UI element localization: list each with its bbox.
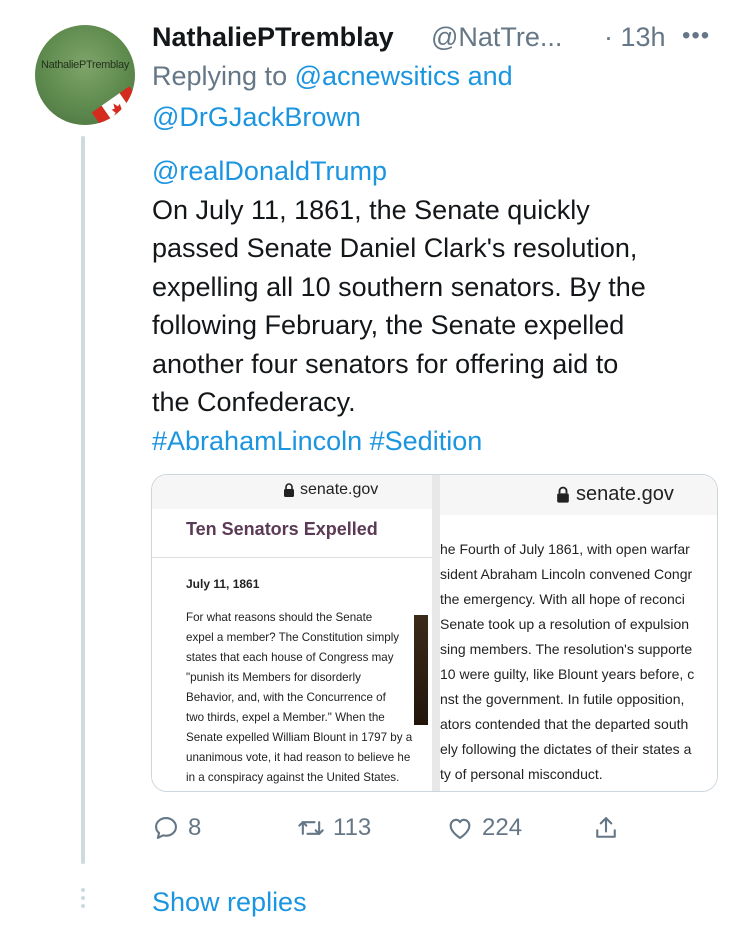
article-line: For what reasons should the Senate (186, 611, 373, 624)
tweet-text: @realDonaldTrump On July 11, 1861, the S… (152, 152, 732, 460)
canada-flag-icon (91, 86, 135, 125)
excerpt-line: ators contended that the departed south (440, 716, 689, 732)
replying-prefix: Replying to (152, 61, 295, 91)
reply-mention-link[interactable]: @DrGJackBrown (152, 102, 361, 132)
excerpt-line: ty of personal misconduct. (440, 766, 603, 782)
retweet-count: 113 (333, 814, 372, 841)
tweet-text-line: On July 11, 1861, the Senate quickly (152, 194, 590, 225)
like-count: 224 (482, 814, 523, 841)
reply-button[interactable]: 8 (152, 808, 201, 848)
replying-to: Replying to @acnewsitics and (152, 61, 513, 92)
excerpt-line: sident Abraham Lincoln convened Congr (440, 566, 693, 582)
share-icon (596, 817, 616, 838)
excerpt-line: he Fourth of July 1861, with open warfar (440, 541, 690, 557)
reply-count: 8 (188, 814, 202, 841)
replying-to-continued: @DrGJackBrown (152, 102, 361, 133)
tweet-text-line: another four senators for offering aid t… (152, 348, 619, 379)
article-line: states that each house of Congress may (186, 651, 394, 664)
lock-icon (557, 486, 569, 503)
thread-dots (81, 888, 85, 912)
retweet-icon (298, 821, 324, 835)
tweet-header: NathaliePTremblay @NatTre... · 13h ••• (152, 22, 732, 58)
tweet-text-line: expelling all 10 southern senators. By t… (152, 271, 646, 302)
media-image-right[interactable]: senate.gov he Fourth of July 1861, with … (440, 475, 717, 791)
article-line: "punish its Members for disorderly (186, 671, 361, 684)
show-replies-link[interactable]: Show replies (152, 887, 307, 918)
user-handle[interactable]: @NatTre... (431, 22, 562, 53)
article-line: Behavior, and, with the Concurrence of (186, 691, 386, 704)
url-text: senate.gov (576, 483, 674, 505)
article-line: in a conspiracy against the United State… (186, 771, 400, 784)
article-line: expel a member? The Constitution simply (186, 631, 400, 644)
excerpt-line: nst the government. In futile opposition… (440, 691, 685, 707)
excerpt-line: sing members. The resolution's supporte (440, 641, 693, 657)
replying-and: and (460, 61, 513, 91)
mention-link[interactable]: @realDonaldTrump (152, 152, 732, 191)
thread-line (81, 136, 85, 864)
article-line: unanimous vote, it had reason to believe… (186, 751, 411, 764)
more-options-icon[interactable]: ••• (682, 22, 710, 50)
tweet-text-line: the Confederacy. (152, 387, 356, 417)
article-body: For what reasons should the Senate expel… (186, 608, 412, 788)
media-divider (432, 475, 440, 791)
article-line: Senate expelled William Blount in 1797 b… (186, 731, 413, 744)
tweet-text-line: passed Senate Daniel Clark's resolution, (152, 233, 638, 263)
like-button[interactable]: 224 (446, 808, 522, 848)
timestamp[interactable]: · 13h (604, 22, 666, 53)
lock-icon (284, 483, 294, 497)
display-name[interactable]: NathaliePTremblay (152, 22, 394, 53)
reply-mention-link[interactable]: @acnewsitics (295, 61, 460, 91)
retweet-button[interactable]: 113 (297, 808, 371, 848)
tweet-text-line: following February, the Senate expelled (152, 310, 625, 340)
avatar-text: NathaliePTremblay (40, 59, 130, 71)
share-button[interactable] (592, 808, 628, 848)
article-title: Ten Senators Expelled (186, 519, 378, 539)
reply-icon (155, 817, 177, 839)
article-excerpt: he Fourth of July 1861, with open warfar… (440, 537, 694, 787)
article-date: July 11, 1861 (186, 577, 260, 591)
action-bar: 8 113 224 (152, 808, 732, 848)
avatar[interactable]: NathaliePTremblay (35, 25, 135, 125)
url-text: senate.gov (300, 481, 379, 498)
tweet-media[interactable]: senate.gov Ten Senators Expelled July 11… (151, 474, 718, 792)
portrait-edge (414, 615, 428, 725)
media-image-left[interactable]: senate.gov Ten Senators Expelled July 11… (152, 475, 432, 791)
excerpt-line: the emergency. With all hope of reconci (440, 591, 685, 607)
excerpt-line: ely following the dictates of their stat… (440, 741, 692, 757)
excerpt-line: 10 were guilty, like Blount years before… (440, 666, 695, 682)
divider (152, 557, 432, 558)
article-line: two thirds, expel a Member." When the (186, 711, 385, 724)
hashtags-link[interactable]: #AbrahamLincoln #Sedition (152, 422, 732, 461)
heart-icon (449, 818, 471, 839)
excerpt-line: Senate took up a resolution of expulsion (440, 616, 690, 632)
